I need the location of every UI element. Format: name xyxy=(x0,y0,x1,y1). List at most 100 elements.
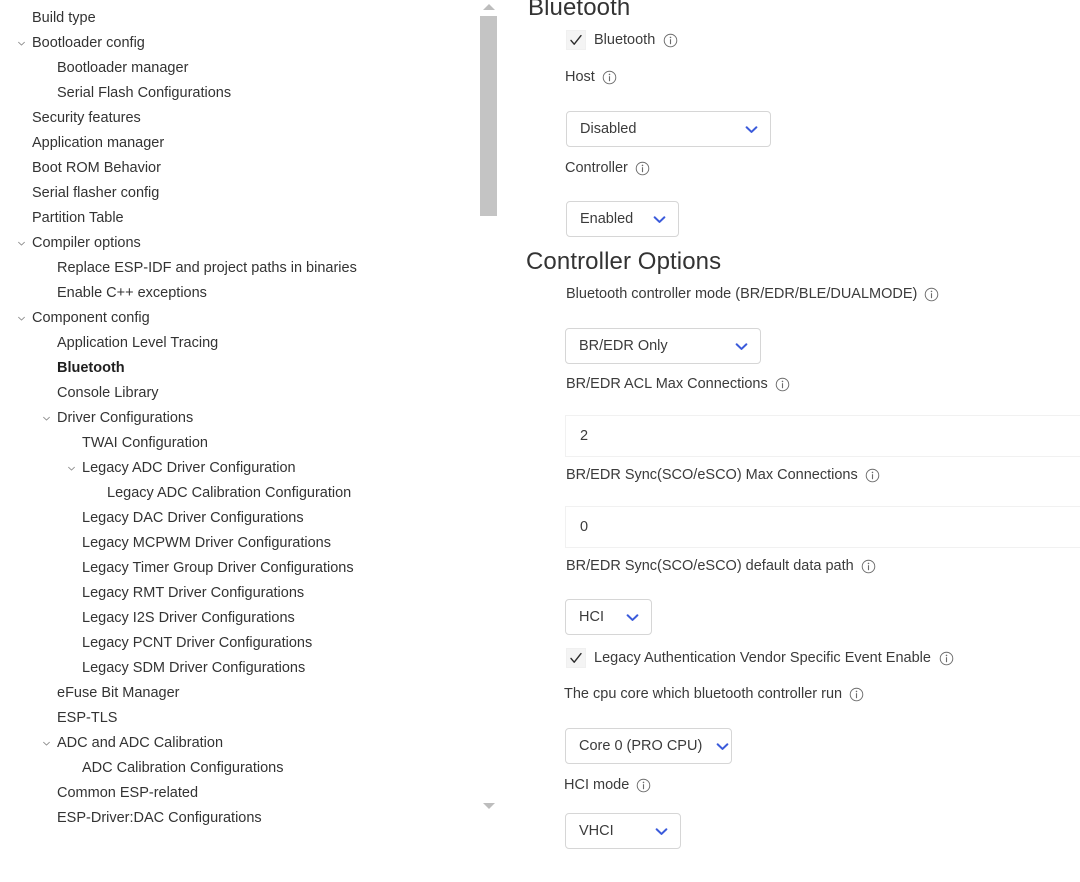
tree-item[interactable]: ADC and ADC Calibration xyxy=(0,731,470,756)
cpu-core-label-row: The cpu core which bluetooth controller … xyxy=(564,686,864,702)
tree-item[interactable]: Serial flasher config xyxy=(0,181,470,206)
info-icon[interactable] xyxy=(861,559,876,574)
tree-item[interactable]: Enable C++ exceptions xyxy=(0,281,470,306)
tree-item[interactable]: Bootloader manager xyxy=(0,56,470,81)
tree-item[interactable]: ESP-TLS xyxy=(0,706,470,731)
tree-item-label: ESP-TLS xyxy=(57,710,118,726)
bluetooth-checkbox-label: Bluetooth xyxy=(594,32,656,48)
tree-item[interactable]: Serial Flash Configurations xyxy=(0,81,470,106)
hci-mode-value: VHCI xyxy=(579,823,614,839)
info-icon[interactable] xyxy=(636,778,651,793)
chevron-down-icon[interactable] xyxy=(651,211,668,228)
info-icon[interactable] xyxy=(663,33,678,48)
host-dropdown[interactable]: Disabled xyxy=(566,111,771,147)
chevron-down-icon[interactable] xyxy=(714,738,731,755)
host-dropdown-value: Disabled xyxy=(580,121,637,137)
tree-item[interactable]: Bluetooth xyxy=(0,356,470,381)
cpu-core-label: The cpu core which bluetooth controller … xyxy=(564,686,843,702)
tree-item-label: Common ESP-related xyxy=(57,785,199,801)
tree-item[interactable]: Legacy MCPWM Driver Configurations xyxy=(0,531,470,556)
tree-item-label: Bootloader manager xyxy=(57,60,189,76)
cpu-core-dropdown[interactable]: Core 0 (PRO CPU) xyxy=(565,728,732,764)
info-icon[interactable] xyxy=(635,161,650,176)
chevron-down-icon[interactable] xyxy=(624,609,641,626)
chevron-down-icon[interactable] xyxy=(12,31,30,56)
tree-item-label: Legacy I2S Driver Configurations xyxy=(82,610,295,626)
config-detail-panel: Bluetooth Bluetooth Host Disabled Contro… xyxy=(520,0,1080,882)
tree-scrollbar[interactable] xyxy=(478,0,500,882)
cpu-core-value: Core 0 (PRO CPU) xyxy=(579,738,703,754)
sync-max-connections-input[interactable]: 0 xyxy=(565,506,1080,548)
chevron-down-icon[interactable] xyxy=(37,731,55,756)
controller-dropdown[interactable]: Enabled xyxy=(566,201,679,237)
chevron-down-icon[interactable] xyxy=(653,823,670,840)
tree-item[interactable]: Legacy RMT Driver Configurations xyxy=(0,581,470,606)
tree-item[interactable]: Legacy I2S Driver Configurations xyxy=(0,606,470,631)
tree-item[interactable]: Legacy PCNT Driver Configurations xyxy=(0,631,470,656)
tree-item[interactable]: Bootloader config xyxy=(0,31,470,56)
tree-item[interactable]: Legacy DAC Driver Configurations xyxy=(0,506,470,531)
tree-item[interactable]: ADC Calibration Configurations xyxy=(0,756,470,781)
section-title-controller-options: Controller Options xyxy=(526,248,722,275)
tree-item[interactable]: Compiler options xyxy=(0,231,470,256)
tree-item-label: Application Level Tracing xyxy=(57,335,219,351)
chevron-down-icon[interactable] xyxy=(62,456,80,481)
info-icon[interactable] xyxy=(602,70,617,85)
info-icon[interactable] xyxy=(865,468,880,483)
tree-item[interactable]: Security features xyxy=(0,106,470,131)
checkbox-checked-icon[interactable] xyxy=(566,648,586,668)
sync-data-path-label-row: BR/EDR Sync(SCO/eSCO) default data path xyxy=(566,558,876,574)
tree-item-label: Bootloader config xyxy=(32,35,145,51)
tree-item[interactable]: ESP-Driver:DAC Configurations xyxy=(0,806,470,831)
tree-item[interactable]: Common ESP-related xyxy=(0,781,470,806)
tree-item[interactable]: Console Library xyxy=(0,381,470,406)
tree-item-label: Legacy SDM Driver Configurations xyxy=(82,660,306,676)
controller-mode-dropdown[interactable]: BR/EDR Only xyxy=(565,328,761,364)
tree-item-label: Partition Table xyxy=(32,210,124,226)
tree-item[interactable]: Application manager xyxy=(0,131,470,156)
tree-item[interactable]: Driver Configurations xyxy=(0,406,470,431)
tree-item-label: Legacy PCNT Driver Configurations xyxy=(82,635,313,651)
checkbox-checked-icon[interactable] xyxy=(566,30,586,50)
tree-item-label: Legacy RMT Driver Configurations xyxy=(82,585,305,601)
info-icon[interactable] xyxy=(939,651,954,666)
tree-item-label: Replace ESP-IDF and project paths in bin… xyxy=(57,260,357,276)
tree-item[interactable]: Application Level Tracing xyxy=(0,331,470,356)
acl-max-connections-input[interactable]: 2 xyxy=(565,415,1080,457)
legacy-auth-checkbox-row[interactable]: Legacy Authentication Vendor Specific Ev… xyxy=(566,648,954,668)
tree-item[interactable]: Legacy ADC Driver Configuration xyxy=(0,456,470,481)
tree-item[interactable]: Legacy Timer Group Driver Configurations xyxy=(0,556,470,581)
hci-mode-dropdown[interactable]: VHCI xyxy=(565,813,681,849)
tree-item[interactable]: Partition Table xyxy=(0,206,470,231)
info-icon[interactable] xyxy=(849,687,864,702)
tree-item[interactable]: Boot ROM Behavior xyxy=(0,156,470,181)
tree-item[interactable]: Legacy SDM Driver Configurations xyxy=(0,656,470,681)
info-icon[interactable] xyxy=(924,287,939,302)
scroll-up-arrow-icon[interactable] xyxy=(481,0,497,14)
tree-item-label: ESP-Driver:DAC Configurations xyxy=(57,810,262,826)
tree-item-label: Bluetooth xyxy=(57,360,125,376)
chevron-down-icon[interactable] xyxy=(12,231,30,256)
chevron-down-icon[interactable] xyxy=(12,306,30,331)
sdkconfig-editor-window: Build type Bootloader config Bootloader ma… xyxy=(0,0,1080,882)
tree-item-label: Legacy DAC Driver Configurations xyxy=(82,510,304,526)
tree-item-label: Build type xyxy=(32,10,96,26)
chevron-down-icon[interactable] xyxy=(743,121,760,138)
tree-item-label: Legacy ADC Driver Configuration xyxy=(82,460,296,476)
config-tree-panel[interactable]: Build type Bootloader config Bootloader ma… xyxy=(0,0,470,882)
tree-item[interactable]: TWAI Configuration xyxy=(0,431,470,456)
tree-item[interactable]: Replace ESP-IDF and project paths in bin… xyxy=(0,256,470,281)
chevron-down-icon[interactable] xyxy=(733,338,750,355)
chevron-down-icon[interactable] xyxy=(37,406,55,431)
scroll-down-arrow-icon[interactable] xyxy=(481,799,497,813)
info-icon[interactable] xyxy=(775,377,790,392)
scrollbar-thumb[interactable] xyxy=(480,16,497,216)
bluetooth-enable-checkbox-row[interactable]: Bluetooth xyxy=(566,30,678,50)
sync-data-path-value: HCI xyxy=(579,609,604,625)
tree-item[interactable]: Legacy ADC Calibration Configuration xyxy=(0,481,470,506)
tree-item[interactable]: eFuse Bit Manager xyxy=(0,681,470,706)
tree-item[interactable]: Component config xyxy=(0,306,470,331)
tree-item[interactable]: Build type xyxy=(0,6,470,31)
sync-data-path-dropdown[interactable]: HCI xyxy=(565,599,652,635)
tree-item-label: ADC and ADC Calibration xyxy=(57,735,224,751)
